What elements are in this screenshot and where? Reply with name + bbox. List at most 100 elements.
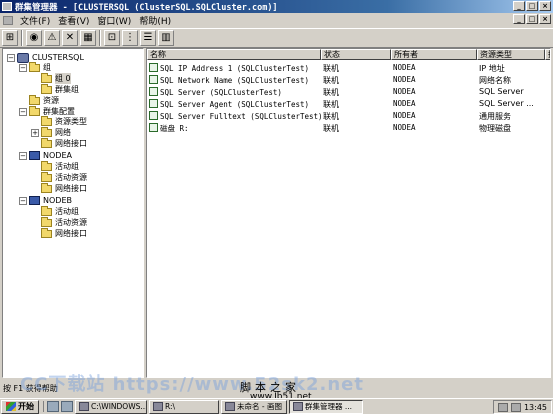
taskbar-button-label: C:\WINDOWS... <box>91 402 147 411</box>
menu-window[interactable]: 窗口(W) <box>93 14 135 27</box>
open-connection-icon[interactable]: ⊞ <box>2 30 18 46</box>
cell-owner: NODEA <box>393 99 475 108</box>
cell-text: 联机 <box>323 112 339 121</box>
collapse-icon[interactable]: − <box>19 107 27 116</box>
tree-pane[interactable]: − CLUSTERSQL − 组组 0 群集组 资源 − 群集配置 资源类型 + 网络 网络接口 − NO… <box>2 48 144 378</box>
collapse-icon[interactable]: − <box>19 63 27 72</box>
bring-online-icon[interactable]: ◉ <box>26 30 42 46</box>
tree-item[interactable]: − NODEA <box>19 150 72 161</box>
folder-icon <box>41 83 52 94</box>
cell-text: NODEA <box>393 123 416 132</box>
network-icon[interactable] <box>497 402 508 412</box>
expand-icon[interactable]: + <box>31 128 39 137</box>
tree-item-label: NODEA <box>43 151 72 160</box>
collapse-icon[interactable]: − <box>19 151 27 160</box>
tree-item[interactable]: 活动组 <box>31 205 79 217</box>
tree-item[interactable]: − NODEB <box>19 195 72 206</box>
mdi-close-button[interactable]: × <box>539 14 551 24</box>
cell-text: SQL Server Fulltext (SQLClusterTest) <box>160 112 321 121</box>
tree-item[interactable]: − 组 <box>19 61 51 73</box>
table-row[interactable]: SQL Network Name (SQLClusterTest) 联机 NODEA… <box>147 74 547 86</box>
tree-item-label: 活动资源 <box>55 218 87 227</box>
tree-item-label: 网络 <box>55 128 71 137</box>
cell-type: IP 地址 <box>479 63 549 74</box>
tree-item[interactable]: 网络接口 <box>31 137 87 149</box>
collapse-icon[interactable]: − <box>19 196 27 205</box>
delete-icon[interactable]: ✕ <box>62 30 78 46</box>
taskbar-button[interactable]: 群集管理器 ... <box>289 399 363 414</box>
tree-item[interactable]: 活动组 <box>31 160 79 172</box>
tree-item[interactable]: 活动资源 <box>31 216 87 228</box>
column-header-type[interactable]: 资源类型 <box>477 49 545 60</box>
tree-item[interactable]: 群集组 <box>31 83 79 95</box>
tree-item-label: 活动组 <box>55 207 79 216</box>
taskbar-button[interactable]: R:\ <box>149 399 219 414</box>
window-titlebar[interactable]: 群集管理器 - [CLUSTERSQL (ClusterSQL.SQLClust… <box>0 0 553 13</box>
tree-item[interactable]: 资源类型 <box>31 115 87 127</box>
taskbar-button-label: R:\ <box>165 402 176 411</box>
cell-text: SQL IP Address 1 (SQLClusterTest) <box>160 64 310 73</box>
menu-help[interactable]: 帮助(H) <box>135 14 175 27</box>
table-row[interactable]: SQL Server Agent (SQLClusterTest) 联机 NODEA… <box>147 98 547 110</box>
tree-item[interactable]: 组 0 <box>31 72 71 84</box>
minimize-button[interactable]: _ <box>513 1 525 11</box>
cell-text: 物理磁盘 <box>479 124 511 133</box>
maximize-button[interactable]: □ <box>526 1 538 11</box>
taskbar-button[interactable]: C:\WINDOWS... <box>75 399 147 414</box>
column-header-state[interactable]: 状态 <box>321 49 391 60</box>
taskbar: 开始 C:\WINDOWS... R:\ 未命名 - 画图 群集管理器 ... 13:… <box>0 398 553 414</box>
taskbar-button[interactable]: 未命名 - 画图 <box>221 399 287 414</box>
close-button[interactable]: × <box>539 1 551 11</box>
column-header-name[interactable]: 名称 <box>147 49 321 60</box>
server-node-icon <box>29 151 40 160</box>
cell-text: NODEA <box>393 75 416 84</box>
cell-state: 联机 <box>323 111 389 122</box>
table-row[interactable]: SQL Server (SQLClusterTest) 联机 NODEA SQL Se… <box>147 86 547 98</box>
resource-list-pane[interactable]: 名称 状态 所有者 资源类型 描 SQL IP Address 1 (SQLCl… <box>146 48 551 378</box>
large-icons-icon[interactable]: ⊡ <box>104 30 120 46</box>
collapse-icon[interactable]: − <box>7 53 15 62</box>
small-icons-icon[interactable]: ⋮ <box>122 30 138 46</box>
folder-icon <box>41 216 52 227</box>
tree-item-label: NODEB <box>43 196 72 205</box>
resource-icon <box>149 123 158 132</box>
tree-item[interactable]: 资源 <box>19 94 59 106</box>
table-row[interactable]: SQL Server Fulltext (SQLClusterTest) 联机 NO… <box>147 110 547 122</box>
mdi-restore-button[interactable]: □ <box>526 14 538 24</box>
table-row[interactable]: 磁盘 R: 联机 NODEA 物理磁盘 <box>147 122 547 134</box>
app-icon <box>2 2 12 11</box>
mdi-minimize-button[interactable]: _ <box>513 14 525 24</box>
tree-item[interactable]: 活动资源 <box>31 171 87 183</box>
toolbar: ⊞ ◉ ⚠ ✕ ▦ ⊡ ⋮ ☰ ▥ <box>0 28 553 48</box>
cell-name: SQL Network Name (SQLClusterTest) <box>149 75 321 85</box>
tree-item[interactable]: + 网络 <box>31 126 71 138</box>
column-header-owner[interactable]: 所有者 <box>391 49 477 60</box>
list-icon[interactable]: ☰ <box>140 30 156 46</box>
properties-icon[interactable]: ▦ <box>80 30 96 46</box>
cluster-icon <box>17 52 29 63</box>
tree-item[interactable]: 网络接口 <box>31 182 87 194</box>
details-icon[interactable]: ▥ <box>158 30 174 46</box>
taskbar-button-label: 未命名 - 画图 <box>237 402 282 411</box>
take-offline-icon[interactable]: ⚠ <box>44 30 60 46</box>
system-menu-icon[interactable] <box>3 15 13 25</box>
cell-text: 联机 <box>323 88 339 97</box>
cell-owner: NODEA <box>393 123 475 132</box>
cell-text: 联机 <box>323 76 339 85</box>
start-button[interactable]: 开始 <box>1 399 39 414</box>
volume-icon[interactable] <box>510 402 521 412</box>
task-app-icon <box>153 402 163 411</box>
menu-view[interactable]: 查看(V) <box>54 14 93 27</box>
ie-icon[interactable] <box>47 401 59 412</box>
folder-icon <box>41 205 52 216</box>
column-header-description[interactable]: 描 <box>545 49 550 60</box>
cell-type: 通用服务 <box>479 111 549 122</box>
table-row[interactable]: SQL IP Address 1 (SQLClusterTest) 联机 NODEA… <box>147 62 547 74</box>
tree-item-label: 组 0 <box>55 73 71 84</box>
tree-item[interactable]: 网络接口 <box>31 227 87 239</box>
tree-item-label: 网络接口 <box>55 184 87 193</box>
show-desktop-icon[interactable] <box>61 401 73 412</box>
menu-file[interactable]: 文件(F) <box>16 14 54 27</box>
cell-name: SQL Server (SQLClusterTest) <box>149 87 321 97</box>
taskbar-button-label: 群集管理器 ... <box>305 402 353 411</box>
